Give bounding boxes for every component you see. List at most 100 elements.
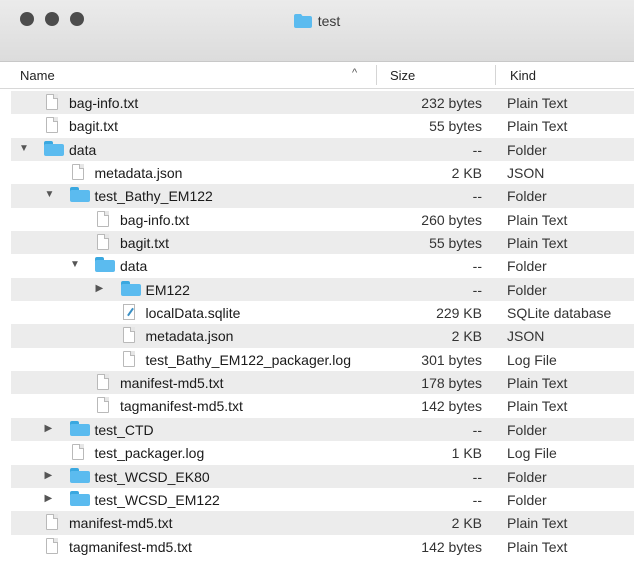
disclosure-expanded-icon[interactable]: ▼: [19, 143, 29, 154]
disclosure-expanded-icon[interactable]: ▼: [45, 189, 55, 200]
document-icon: [97, 234, 109, 251]
item-size: 2 KB: [451, 165, 482, 182]
folder-row[interactable]: ▶ test_WCSD_EK80 -- Folder: [11, 464, 634, 488]
item-kind: Log File: [507, 445, 557, 462]
folder-icon: [69, 187, 90, 203]
disclosure-collapsed-icon[interactable]: ▶: [96, 283, 104, 294]
file-row[interactable]: metadata.json 2 KB JSON: [11, 161, 634, 184]
item-kind: Log File: [507, 351, 557, 368]
disclosure-collapsed-icon[interactable]: ▶: [45, 470, 53, 481]
item-kind: JSON: [507, 165, 545, 182]
item-name: tagmanifest-md5.txt: [120, 398, 243, 415]
item-name: data: [120, 258, 148, 275]
item-size: 2 KB: [451, 328, 482, 345]
item-kind: Plain Text: [507, 211, 568, 228]
document-icon: [97, 397, 109, 414]
item-kind: Plain Text: [507, 118, 568, 135]
column-header-kind[interactable]: Kind: [510, 68, 536, 83]
item-name: data: [69, 141, 97, 158]
item-kind: Folder: [507, 188, 547, 205]
file-row[interactable]: tagmanifest-md5.txt 142 bytes Plain Text: [11, 394, 634, 417]
item-kind: Plain Text: [507, 235, 568, 252]
item-name: manifest-md5.txt: [120, 375, 224, 392]
item-kind: Folder: [507, 421, 547, 438]
item-name: EM122: [145, 281, 190, 298]
column-header-bar: Name ^ Size Kind: [0, 62, 634, 89]
file-row[interactable]: bagit.txt 55 bytes Plain Text: [11, 114, 634, 137]
item-kind: JSON: [507, 328, 545, 345]
folder-icon: [69, 420, 90, 436]
item-name: test_WCSD_EK80: [94, 468, 210, 485]
column-divider[interactable]: [376, 65, 377, 85]
item-size: 1 KB: [451, 445, 482, 462]
item-kind: SQLite database: [507, 305, 612, 322]
item-size: 301 bytes: [421, 351, 482, 368]
item-size: --: [472, 491, 482, 508]
document-icon: [46, 514, 58, 531]
folder-icon: [44, 140, 64, 156]
item-kind: Folder: [507, 491, 547, 508]
file-row[interactable]: test_packager.log 1 KB Log File: [11, 441, 634, 464]
item-name: test_WCSD_EM122: [94, 491, 220, 508]
window-title: test: [0, 13, 634, 31]
item-kind: Folder: [507, 258, 547, 275]
file-row[interactable]: manifest-md5.txt 2 KB Plain Text: [11, 511, 634, 535]
document-icon: [122, 350, 135, 367]
window-title-text: test: [317, 13, 341, 29]
item-size: 260 bytes: [421, 211, 482, 228]
finder-window: test Name ^ Size Kind bag-info.txt 232 by…: [0, 0, 634, 576]
file-row[interactable]: manifest-md5.txt 178 bytes Plain Text: [11, 371, 634, 395]
folder-row[interactable]: ▼ data -- Folder: [11, 137, 634, 162]
folder-icon: [120, 280, 141, 296]
document-icon: [97, 374, 109, 391]
folder-row[interactable]: ▶ EM122 -- Folder: [11, 277, 634, 302]
item-name: test_packager.log: [94, 445, 205, 462]
file-row[interactable]: bag-info.txt 260 bytes Plain Text: [11, 208, 634, 231]
item-name: test_CTD: [94, 421, 154, 438]
item-size: 178 bytes: [421, 375, 482, 392]
document-icon: [46, 537, 58, 554]
file-row[interactable]: metadata.json 2 KB JSON: [11, 324, 634, 348]
item-size: 142 bytes: [421, 398, 482, 415]
item-size: 232 bytes: [421, 95, 482, 111]
item-name: bagit.txt: [120, 235, 170, 252]
item-kind: Plain Text: [507, 515, 568, 532]
item-name: test_Bathy_EM122_packager.log: [145, 351, 351, 368]
item-size: 2 KB: [451, 515, 482, 532]
item-name: bag-info.txt: [69, 95, 139, 111]
column-header-size[interactable]: Size: [390, 68, 415, 83]
document-icon: [97, 210, 109, 227]
column-divider[interactable]: [495, 65, 496, 85]
item-size: --: [472, 281, 482, 298]
folder-icon: [95, 257, 115, 273]
file-row[interactable]: test_Bathy_EM122_packager.log 301 bytes Lo…: [11, 348, 634, 371]
item-size: --: [472, 188, 482, 205]
file-row[interactable]: bag-info.txt 232 bytes Plain Text: [11, 91, 634, 115]
sqlite-icon: [122, 304, 135, 321]
item-size: 229 KB: [436, 305, 482, 322]
item-name: metadata.json: [94, 165, 183, 182]
folder-row[interactable]: ▼ test_Bathy_EM122 -- Folder: [11, 184, 634, 208]
disclosure-collapsed-icon[interactable]: ▶: [45, 423, 53, 434]
folder-row[interactable]: ▶ test_WCSD_EM122 -- Folder: [11, 488, 634, 511]
item-name: metadata.json: [145, 328, 234, 345]
column-header-name[interactable]: Name: [20, 68, 55, 83]
item-name: localData.sqlite: [145, 305, 241, 322]
file-row[interactable]: bagit.txt 55 bytes Plain Text: [11, 231, 634, 255]
folder-icon: [69, 490, 90, 506]
item-name: tagmanifest-md5.txt: [69, 538, 192, 555]
sort-ascending-icon[interactable]: ^: [352, 67, 357, 79]
item-name: manifest-md5.txt: [69, 515, 173, 532]
item-name: test_Bathy_EM122: [94, 188, 213, 205]
file-row[interactable]: localData.sqlite 229 KB SQLite database: [11, 301, 634, 324]
item-size: --: [472, 141, 482, 158]
folder-icon: [293, 14, 312, 31]
item-kind: Folder: [507, 281, 547, 298]
item-size: --: [472, 258, 482, 275]
document-icon: [46, 117, 58, 134]
disclosure-expanded-icon[interactable]: ▼: [70, 259, 80, 270]
disclosure-collapsed-icon[interactable]: ▶: [45, 493, 53, 504]
folder-row[interactable]: ▼ data -- Folder: [11, 254, 634, 277]
file-row[interactable]: tagmanifest-md5.txt 142 bytes Plain Text: [11, 535, 634, 558]
folder-row[interactable]: ▶ test_CTD -- Folder: [11, 417, 634, 442]
